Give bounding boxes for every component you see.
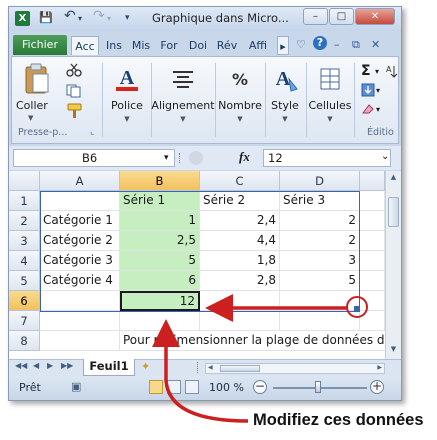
handle-highlight-circle — [346, 296, 368, 318]
callout-arrows — [152, 294, 368, 423]
callout-text: Modifiez ces données — [253, 411, 424, 429]
arrow-to-data — [152, 319, 249, 423]
